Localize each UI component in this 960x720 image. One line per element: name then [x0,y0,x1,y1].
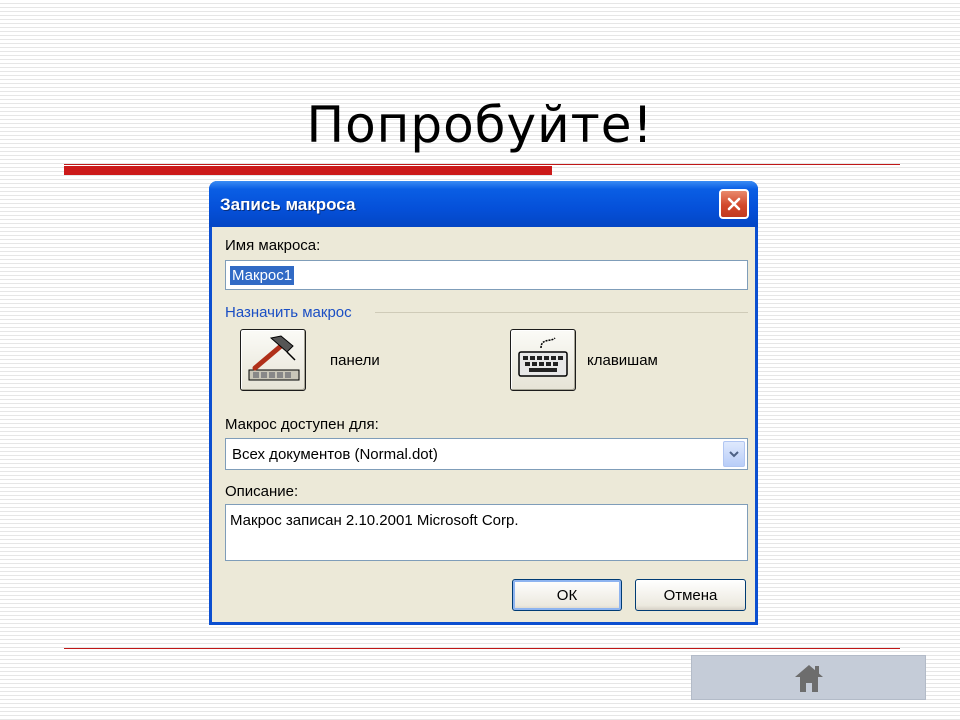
assign-to-toolbars-button[interactable] [240,329,306,391]
cancel-button[interactable]: Отмена [635,579,746,611]
macro-name-label: Имя макроса: [225,237,320,254]
chevron-down-icon [729,451,739,458]
divider-top [64,164,900,165]
home-icon [795,665,823,692]
group-divider [375,312,748,313]
assign-macro-group-label: Назначить макрос [225,304,352,321]
available-for-value: Всех документов (Normal.dot) [232,446,438,463]
assign-to-keyboard-button[interactable] [510,329,576,391]
divider-bottom [64,648,900,649]
macro-name-label-text: Имя макроса: [225,237,321,254]
description-value: Макрос записан 2.10.2001 Microsoft Corp. [230,512,519,529]
accent-bar [64,166,552,175]
ok-button[interactable]: ОК [512,579,622,611]
slide-title: Попробуйте! [306,96,654,154]
keyboard-label: клавишам [587,352,658,369]
description-label: Описание: [225,483,299,500]
dialog-title: Запись макроса [220,195,356,214]
toolbars-label: панели [330,352,380,369]
dialog-titlebar[interactable]: Запись макроса [209,181,758,227]
available-for-label: Макрос доступен для: [225,416,379,433]
hammer-toolbar-icon [248,335,300,381]
description-textarea[interactable]: Макрос записан 2.10.2001 Microsoft Corp. [225,504,748,561]
record-macro-dialog: Запись макроса Имя макроса: Макрос1 Назн… [209,181,758,625]
keyboard-icon [518,337,568,377]
available-for-select[interactable]: Всех документов (Normal.dot) [225,438,748,470]
macro-name-input[interactable]: Макрос1 [225,260,748,290]
home-button[interactable] [691,655,926,700]
close-button[interactable] [719,189,749,219]
close-icon [727,197,741,211]
macro-name-value: Макрос1 [230,266,295,285]
dropdown-button[interactable] [723,441,745,467]
